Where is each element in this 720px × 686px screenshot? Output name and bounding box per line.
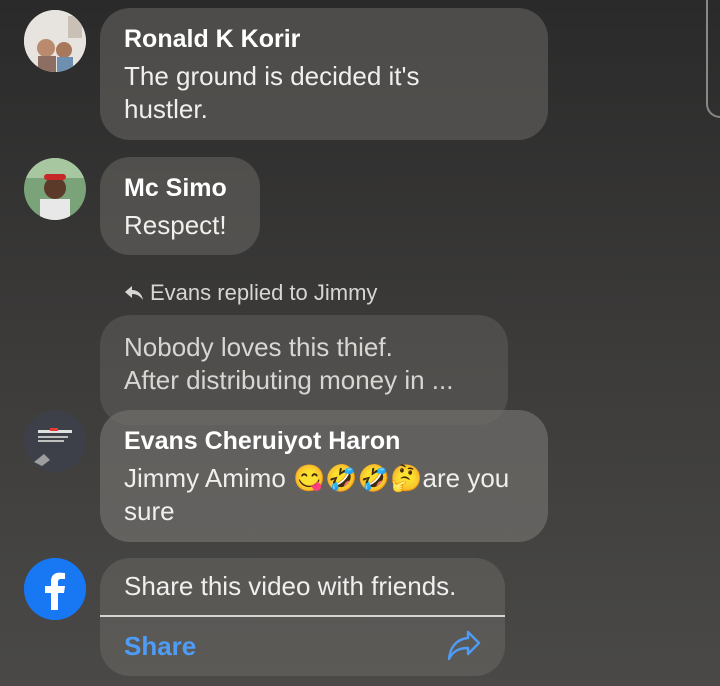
share-arrow-icon[interactable] <box>446 628 482 662</box>
comment-bubble-mc-simo[interactable]: Mc Simo Respect! <box>100 157 260 255</box>
avatar-mc-simo[interactable] <box>24 158 86 220</box>
comment-text: Jimmy Amimo 😋🤣🤣🤔are you sure <box>124 462 524 528</box>
comment-author[interactable]: Ronald K Korir <box>124 24 524 54</box>
scrollbar-edge[interactable] <box>706 0 720 118</box>
reply-indicator-text: Evans replied to Jimmy <box>150 280 378 305</box>
quoted-text-line2: After distributing money in ... <box>124 365 454 395</box>
share-card[interactable]: Share this video with friends. Share <box>100 558 505 676</box>
emoji-sequence: 😋🤣🤣🤔 <box>293 463 423 493</box>
comment-text: The ground is decided it's hustler. <box>124 61 420 124</box>
facebook-icon[interactable] <box>24 558 86 620</box>
reply-arrow-icon <box>125 286 143 300</box>
reply-indicator[interactable]: Evans replied to Jimmy <box>124 280 377 306</box>
comment-author[interactable]: Mc Simo <box>124 173 236 203</box>
share-divider <box>100 615 505 617</box>
quoted-comment-bubble[interactable]: Nobody loves this thief. After distribut… <box>100 315 508 425</box>
mention-link[interactable]: Jimmy Amimo <box>124 463 286 493</box>
comment-bubble-ronald[interactable]: Ronald K Korir The ground is decided it'… <box>100 8 548 140</box>
avatar-ronald[interactable] <box>24 10 86 72</box>
comment-bubble-evans[interactable]: Evans Cheruiyot Haron Jimmy Amimo 😋🤣🤣🤔ar… <box>100 410 548 542</box>
comment-author[interactable]: Evans Cheruiyot Haron <box>124 426 524 456</box>
quoted-text-line1: Nobody loves this thief. <box>124 332 393 362</box>
share-prompt: Share this video with friends. <box>124 571 457 601</box>
avatar-evans[interactable] <box>24 410 86 472</box>
share-link[interactable]: Share <box>124 631 196 662</box>
comment-text: Respect! <box>124 210 227 240</box>
